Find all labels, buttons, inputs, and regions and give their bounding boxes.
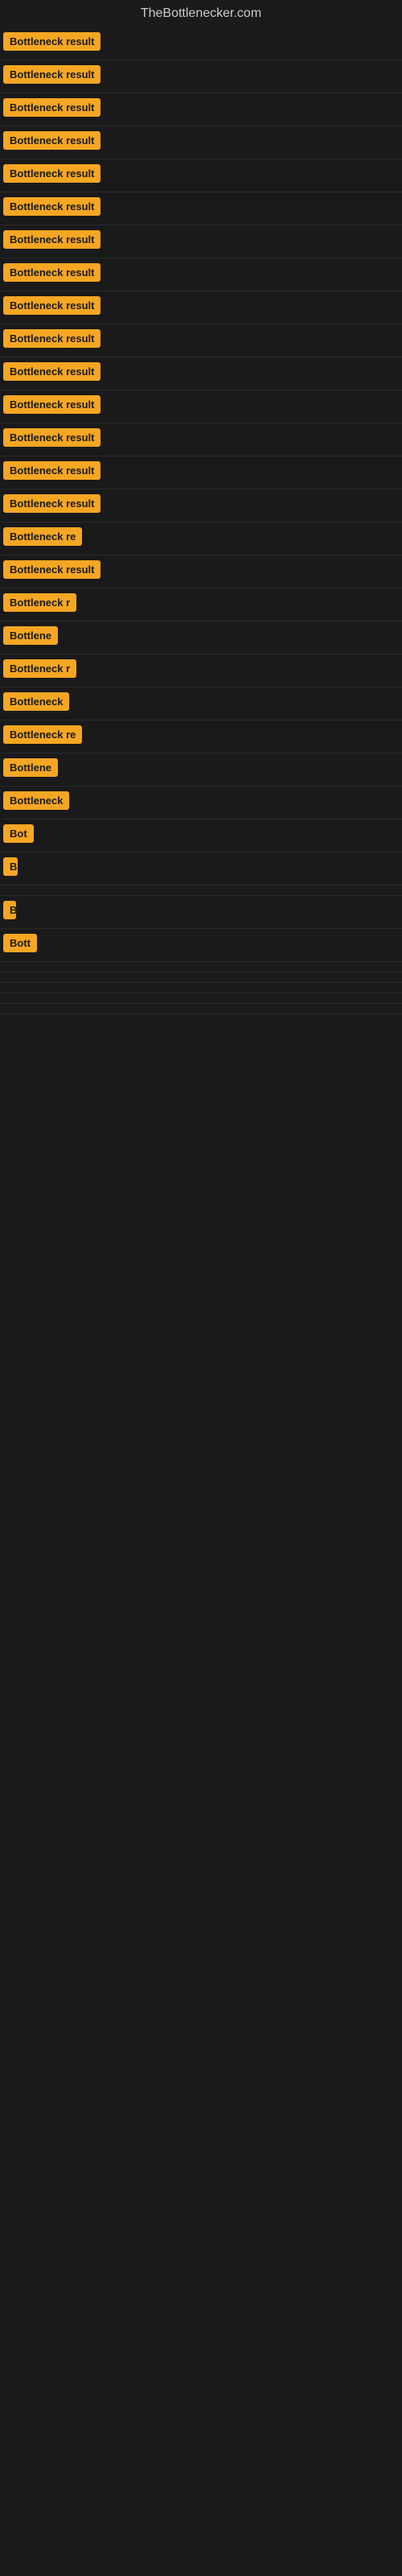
bottleneck-badge[interactable]: Bottleneck result [3, 494, 100, 513]
result-row: Bottlene [0, 753, 402, 786]
bottleneck-badge[interactable]: Bottlene [3, 626, 58, 645]
result-row: Bottleneck r [0, 588, 402, 621]
result-row: Bottleneck result [0, 555, 402, 588]
site-title: TheBottlenecker.com [0, 0, 402, 27]
result-row: Bottlene [0, 621, 402, 654]
bottleneck-badge[interactable]: B [3, 857, 18, 876]
result-row: B [0, 896, 402, 929]
result-row: Bottleneck result [0, 489, 402, 522]
bottleneck-badge[interactable]: Bottleneck [3, 791, 69, 810]
bottleneck-badge[interactable]: Bottleneck result [3, 428, 100, 447]
result-row: Bottleneck result [0, 93, 402, 126]
bottleneck-badge[interactable]: Bottleneck [3, 692, 69, 711]
bottleneck-badge[interactable]: Bottleneck result [3, 362, 100, 381]
bottleneck-badge[interactable]: Bottleneck result [3, 329, 100, 348]
bottleneck-badge[interactable]: Bottleneck result [3, 560, 100, 579]
result-row [0, 962, 402, 972]
result-row: Bottleneck result [0, 390, 402, 423]
result-row: Bottleneck result [0, 27, 402, 60]
bottleneck-badge[interactable]: B [3, 901, 16, 919]
bottleneck-badge[interactable]: Bottleneck result [3, 263, 100, 282]
bottleneck-badge[interactable]: Bottleneck result [3, 461, 100, 480]
result-row: Bottleneck re [0, 522, 402, 555]
result-row [0, 1004, 402, 1014]
bottleneck-badge[interactable]: Bottleneck result [3, 197, 100, 216]
bottleneck-badge[interactable]: Bottleneck r [3, 659, 76, 678]
result-row: Bottleneck result [0, 126, 402, 159]
bottleneck-badge[interactable]: Bottleneck r [3, 593, 76, 612]
results-container: Bottleneck result Bottleneck result Bottle… [0, 27, 402, 1014]
result-row: Bot [0, 819, 402, 852]
result-row [0, 993, 402, 1004]
result-row: Bottleneck result [0, 225, 402, 258]
result-row: B [0, 852, 402, 886]
bottleneck-badge[interactable]: Bott [3, 934, 37, 952]
bottleneck-badge[interactable]: Bottleneck result [3, 230, 100, 249]
site-header: TheBottlenecker.com [0, 0, 402, 27]
result-row: Bottleneck result [0, 159, 402, 192]
bottleneck-badge[interactable]: Bottleneck result [3, 296, 100, 315]
bottleneck-badge[interactable]: Bot [3, 824, 34, 843]
result-row: Bottleneck result [0, 60, 402, 93]
result-row: Bottleneck result [0, 291, 402, 324]
result-row: Bott [0, 929, 402, 962]
result-row: Bottleneck [0, 687, 402, 720]
bottleneck-badge[interactable]: Bottleneck result [3, 98, 100, 117]
result-row: Bottleneck result [0, 357, 402, 390]
result-row [0, 972, 402, 983]
bottleneck-badge[interactable]: Bottleneck result [3, 65, 100, 84]
result-row: Bottleneck [0, 786, 402, 819]
result-row: Bottleneck r [0, 654, 402, 687]
bottleneck-badge[interactable]: Bottleneck re [3, 725, 82, 744]
bottleneck-badge[interactable]: Bottleneck result [3, 32, 100, 51]
result-row: Bottleneck result [0, 423, 402, 456]
bottleneck-badge[interactable]: Bottleneck result [3, 164, 100, 183]
result-row: Bottleneck result [0, 258, 402, 291]
bottleneck-badge[interactable]: Bottleneck re [3, 527, 82, 546]
result-row [0, 983, 402, 993]
result-row: Bottleneck re [0, 720, 402, 753]
result-row: Bottleneck result [0, 456, 402, 489]
bottleneck-badge[interactable]: Bottlene [3, 758, 58, 777]
result-row: Bottleneck result [0, 192, 402, 225]
result-row: Bottleneck result [0, 324, 402, 357]
result-row [0, 886, 402, 896]
bottleneck-badge[interactable]: Bottleneck result [3, 395, 100, 414]
bottleneck-badge[interactable]: Bottleneck result [3, 131, 100, 150]
